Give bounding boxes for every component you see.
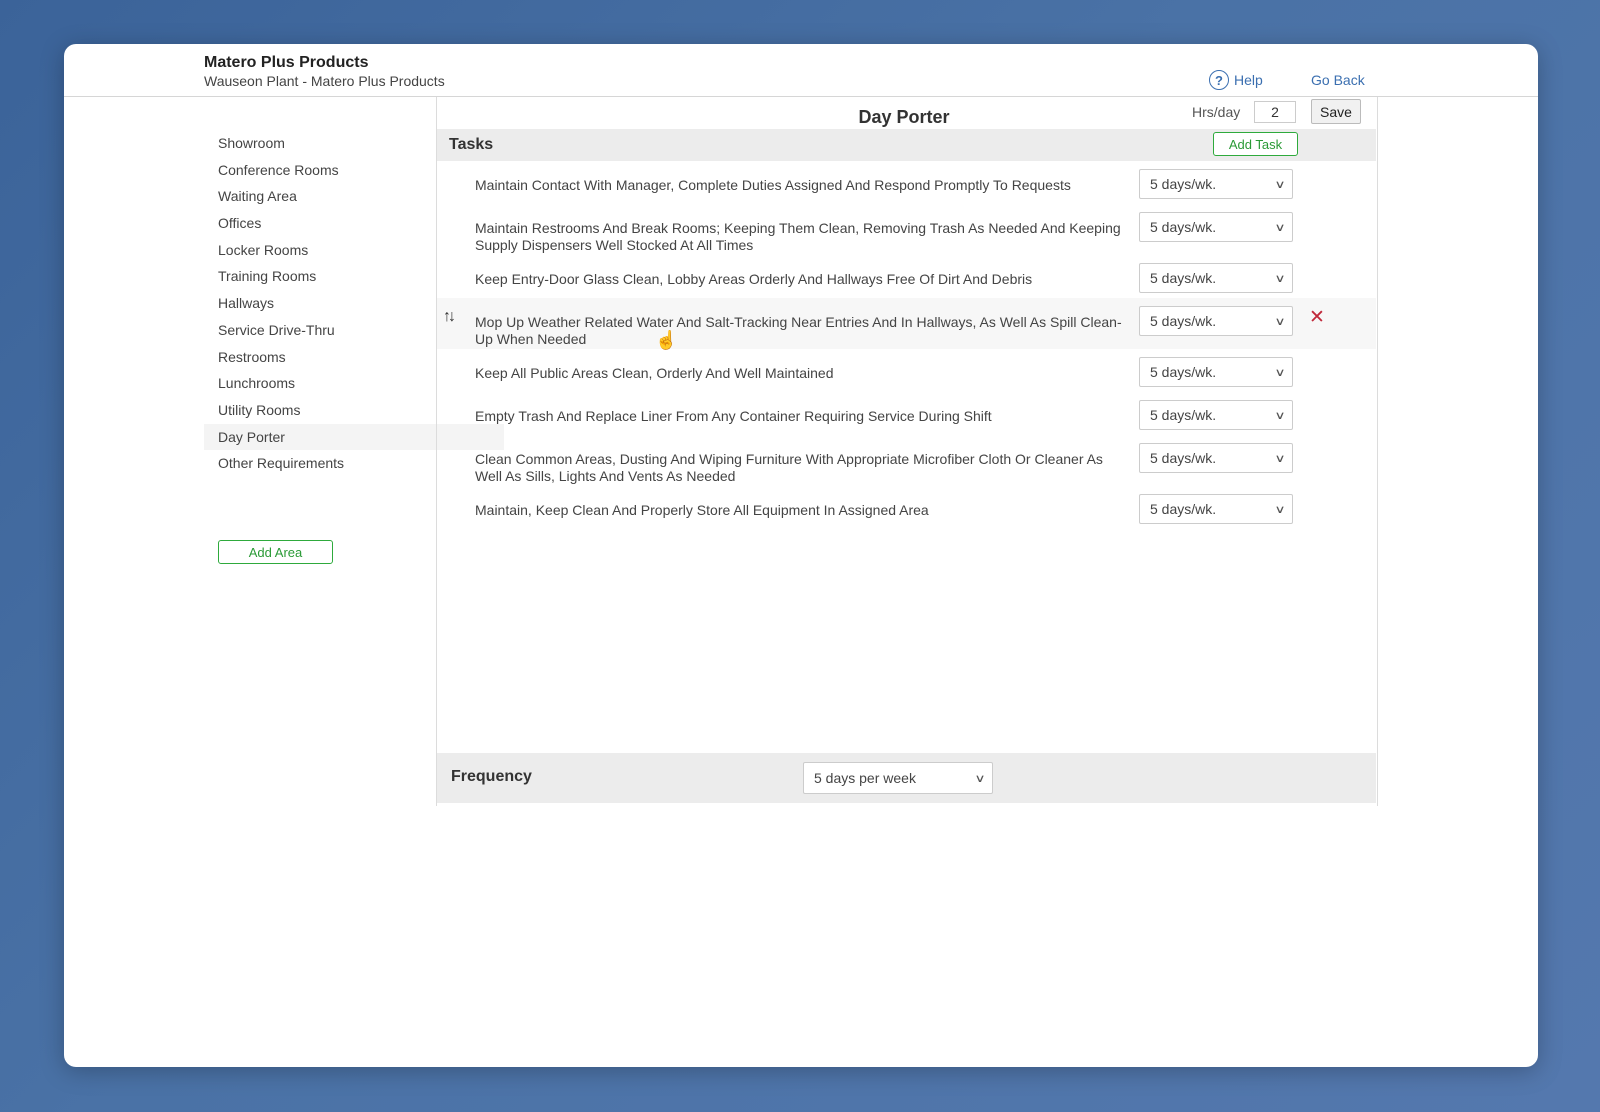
task-text: Maintain, Keep Clean And Properly Store … [475, 502, 929, 518]
task-row[interactable]: Maintain, Keep Clean And Properly Store … [437, 486, 1376, 529]
task-frequency-value: 5 days/wk. [1150, 176, 1217, 192]
frequency-select[interactable]: 5 days per week ∨ [803, 762, 993, 794]
task-frequency-select[interactable]: 5 days/wk. ∨ [1139, 169, 1293, 199]
task-frequency-value: 5 days/wk. [1150, 270, 1217, 286]
task-text: Empty Trash And Replace Liner From Any C… [475, 408, 992, 424]
area-detail-panel: Day Porter Hrs/day Save Tasks Add Task M… [436, 97, 1378, 806]
task-frequency-value: 5 days/wk. [1150, 313, 1217, 329]
chevron-down-icon: ∨ [974, 772, 986, 785]
chevron-down-icon: ∨ [1274, 409, 1286, 422]
task-row[interactable]: ↑↓ Mop Up Weather Related Water And Salt-… [437, 298, 1376, 350]
chevron-down-icon: ∨ [1274, 366, 1286, 379]
task-frequency-select[interactable]: 5 days/wk. ∨ [1139, 212, 1293, 242]
chevron-down-icon: ∨ [1274, 452, 1286, 465]
chevron-down-icon: ∨ [1274, 272, 1286, 285]
task-frequency-select[interactable]: 5 days/wk. ∨ [1139, 443, 1293, 473]
sort-arrows-icon[interactable]: ↑↓ [443, 308, 456, 326]
help-circle-icon: ? [1209, 70, 1229, 90]
task-text: Clean Common Areas, Dusting And Wiping F… [475, 451, 1103, 484]
task-frequency-select[interactable]: 5 days/wk. ∨ [1139, 263, 1293, 293]
task-frequency-value: 5 days/wk. [1150, 219, 1217, 235]
save-button[interactable]: Save [1311, 99, 1361, 124]
tasks-header: Tasks Add Task [437, 129, 1376, 161]
close-x-icon[interactable]: ✕ [1309, 306, 1325, 329]
task-text: Keep Entry-Door Glass Clean, Lobby Areas… [475, 271, 1033, 287]
task-frequency-value: 5 days/wk. [1150, 364, 1217, 380]
help-label: Help [1234, 72, 1263, 88]
frequency-bar: Frequency 5 days per week ∨ [437, 753, 1376, 803]
chevron-down-icon: ∨ [1274, 178, 1286, 191]
task-row[interactable]: Maintain Restrooms And Break Rooms; Keep… [437, 204, 1376, 255]
chevron-down-icon: ∨ [1274, 503, 1286, 516]
frequency-select-value: 5 days per week [814, 770, 916, 786]
tasks-title: Tasks [449, 136, 494, 153]
task-frequency-select[interactable]: 5 days/wk. ∨ [1139, 494, 1293, 524]
task-frequency-select[interactable]: 5 days/wk. ∨ [1139, 400, 1293, 430]
task-frequency-value: 5 days/wk. [1150, 501, 1217, 517]
task-row[interactable]: Empty Trash And Replace Liner From Any C… [437, 392, 1376, 435]
task-frequency-select[interactable]: 5 days/wk. ∨ [1139, 357, 1293, 387]
app-window: Matero Plus Products Wauseon Plant - Mat… [64, 44, 1538, 1067]
task-frequency-select[interactable]: 5 days/wk. ∨ [1139, 306, 1293, 336]
task-text: Maintain Contact With Manager, Complete … [475, 177, 1071, 193]
help-link[interactable]: ? Help [1209, 70, 1263, 90]
task-row[interactable]: Keep Entry-Door Glass Clean, Lobby Areas… [437, 255, 1376, 298]
task-row[interactable]: Maintain Contact With Manager, Complete … [437, 161, 1376, 204]
add-task-button[interactable]: Add Task [1213, 132, 1298, 156]
go-back-link[interactable]: Go Back [1311, 72, 1365, 88]
task-frequency-value: 5 days/wk. [1150, 407, 1217, 423]
task-row[interactable]: Clean Common Areas, Dusting And Wiping F… [437, 435, 1376, 486]
header: Matero Plus Products Wauseon Plant - Mat… [64, 44, 1538, 97]
task-text: Maintain Restrooms And Break Rooms; Keep… [475, 220, 1121, 253]
chevron-down-icon: ∨ [1274, 315, 1286, 328]
add-area-button[interactable]: Add Area [218, 540, 333, 564]
company-title: Matero Plus Products [204, 54, 369, 71]
task-text: Mop Up Weather Related Water And Salt-Tr… [475, 314, 1122, 347]
hrs-per-day-label: Hrs/day [1192, 104, 1241, 120]
task-text: Keep All Public Areas Clean, Orderly And… [475, 365, 834, 381]
task-frequency-value: 5 days/wk. [1150, 450, 1217, 466]
hand-pointer-icon: ☝ [655, 330, 678, 350]
task-row[interactable]: Keep All Public Areas Clean, Orderly And… [437, 349, 1376, 392]
frequency-label: Frequency [451, 768, 532, 785]
chevron-down-icon: ∨ [1274, 221, 1286, 234]
hrs-per-day-input[interactable] [1254, 101, 1296, 123]
company-subtitle: Wauseon Plant - Matero Plus Products [204, 73, 445, 89]
